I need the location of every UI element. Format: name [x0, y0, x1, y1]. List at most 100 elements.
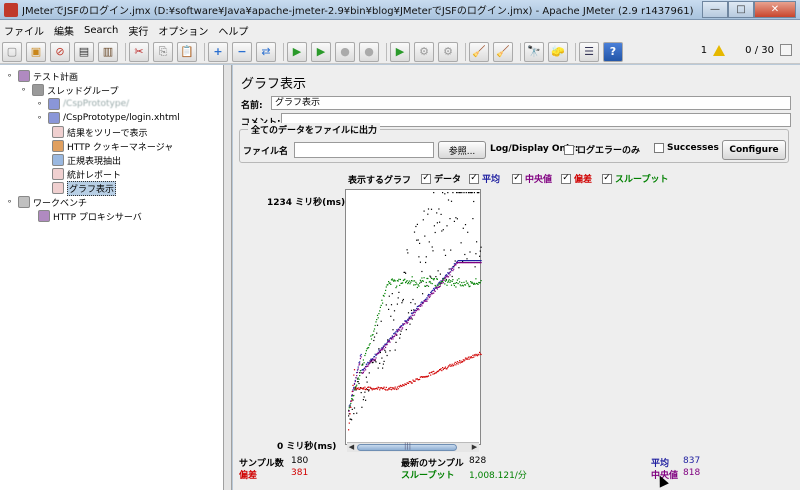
deviation-point — [353, 369, 356, 371]
start-no-pause-icon[interactable]: ▶ — [311, 41, 331, 62]
data-point — [366, 381, 368, 383]
throughput-point — [402, 282, 404, 284]
cut-icon[interactable]: ✂ — [129, 41, 149, 62]
warning-icon[interactable] — [713, 44, 726, 56]
menu-edit[interactable]: 編集 — [54, 23, 74, 38]
deviation-point — [464, 357, 467, 359]
data-point — [427, 213, 429, 215]
checkbox-box — [654, 143, 664, 153]
paste-icon[interactable]: 📋 — [177, 41, 197, 62]
open-icon[interactable]: ▣ — [26, 41, 46, 62]
function-helper-icon[interactable]: ☰ — [579, 41, 599, 62]
tree-node-cookie-manager[interactable]: HTTP クッキーマネージャ — [52, 139, 173, 153]
median-point — [397, 330, 399, 332]
median-point — [433, 292, 435, 294]
average-value: 837 — [683, 456, 701, 466]
throughput-point — [447, 280, 450, 282]
throughput-point — [406, 280, 408, 282]
help-icon[interactable]: ? — [603, 41, 623, 62]
minimize-button[interactable]: — — [702, 0, 728, 18]
data-point — [430, 208, 433, 210]
close-file-icon[interactable]: ⊘ — [50, 41, 70, 62]
maximize-button[interactable]: □ — [728, 0, 754, 18]
tree-node-sampler-root[interactable]: ᵒ /CspPrototype/ — [38, 97, 129, 111]
data-point — [437, 270, 439, 272]
deviation-label: 偏差 — [239, 471, 258, 481]
toggle-icon[interactable]: ⇄ — [256, 41, 276, 62]
data-point — [405, 329, 407, 331]
deviation-point — [478, 354, 480, 356]
reset-search-icon[interactable]: 🧽 — [548, 41, 568, 62]
tree-toggle-icon[interactable]: ᵒ — [38, 114, 48, 123]
median-point — [427, 298, 429, 300]
menu-file[interactable]: ファイル — [4, 23, 44, 38]
filename-input[interactable] — [294, 142, 434, 158]
median-checkbox[interactable]: ✓ 中央値 — [512, 172, 552, 185]
scrollbar-thumb[interactable] — [357, 442, 457, 451]
shutdown-icon[interactable]: ● — [359, 41, 379, 62]
tree-node-sampler-login[interactable]: ᵒ /CspPrototype/login.xhtml — [38, 111, 180, 125]
scroll-right-icon[interactable]: ▶ — [470, 443, 479, 452]
data-point — [359, 372, 361, 374]
menu-options[interactable]: オプション — [158, 23, 208, 38]
tree-node-workbench[interactable]: ᵒ ワークベンチ — [8, 195, 87, 209]
search-icon[interactable]: 🔭 — [524, 41, 544, 62]
tree-toggle-icon[interactable]: ᵒ — [8, 72, 18, 81]
tree-node-graph-results[interactable]: グラフ表示 — [52, 180, 117, 196]
average-checkbox[interactable]: ✓ 平均 — [469, 172, 500, 185]
toolbar-separator — [386, 42, 387, 61]
throughput-point — [455, 286, 457, 288]
deviation-point — [357, 387, 359, 389]
save-as-icon[interactable]: ▥ — [98, 41, 118, 62]
deviation-point — [446, 368, 448, 370]
remote-start-icon[interactable]: ▶ — [390, 41, 410, 62]
name-field[interactable]: グラフ表示 — [271, 96, 791, 110]
tree-node-test-plan[interactable]: ᵒ テスト計画 — [8, 69, 78, 83]
remote-shutdown-icon[interactable]: ⚙ — [438, 41, 458, 62]
clear-all-icon[interactable]: 🧹 — [493, 41, 513, 62]
data-point — [456, 218, 458, 220]
close-button[interactable]: ✕ — [754, 0, 796, 18]
throughput-point — [379, 310, 381, 312]
throughput-checkbox[interactable]: ✓ スループット — [602, 172, 668, 185]
average-point — [480, 260, 482, 262]
toolbar-separator — [283, 42, 284, 61]
tree-node-view-results-tree[interactable]: 結果をツリーで表示 — [52, 125, 147, 139]
data-checkbox[interactable]: ✓ データ — [421, 172, 461, 185]
remote-stop-icon[interactable]: ⚙ — [414, 41, 434, 62]
expand-icon[interactable]: + — [208, 41, 228, 62]
save-icon[interactable]: ▤ — [74, 41, 94, 62]
tree-toggle-icon[interactable]: ᵒ — [38, 100, 48, 109]
browse-button[interactable]: 参照... — [438, 141, 486, 159]
tree-node-proxy-server[interactable]: HTTP プロキシサーバ — [38, 209, 142, 223]
data-point — [377, 367, 379, 369]
split-pane-divider[interactable] — [224, 65, 232, 490]
collapse-icon[interactable]: − — [232, 41, 252, 62]
data-point — [399, 333, 401, 335]
new-icon[interactable]: ▢ — [2, 41, 22, 62]
menu-help[interactable]: ヘルプ — [218, 23, 248, 38]
data-point — [427, 208, 430, 210]
throughput-point — [393, 280, 395, 282]
graph-horizontal-scrollbar[interactable]: ◀ ▶ — [347, 442, 479, 452]
menu-search[interactable]: Search — [84, 25, 118, 36]
start-icon[interactable]: ▶ — [287, 41, 307, 62]
copy-icon[interactable]: ⎘ — [153, 41, 173, 62]
average-point — [453, 266, 455, 268]
successes-checkbox[interactable]: Successes — [654, 143, 719, 153]
errors-only-checkbox[interactable]: ログエラーのみ — [564, 143, 640, 156]
toolbar-separator — [125, 42, 126, 61]
clear-icon[interactable]: 🧹 — [469, 41, 489, 62]
tree-toggle-icon[interactable]: ᵒ — [22, 86, 32, 95]
data-point — [406, 249, 408, 251]
tree-node-summary-report[interactable]: 統計レポート — [52, 167, 121, 181]
tree-toggle-icon[interactable]: ᵒ — [8, 198, 18, 207]
tree-node-thread-group[interactable]: ᵒ スレッドグループ — [22, 83, 118, 97]
deviation-checkbox[interactable]: ✓ 偏差 — [561, 172, 592, 185]
tree-node-regex-extractor[interactable]: 正規表現抽出 — [52, 153, 121, 167]
scroll-left-icon[interactable]: ◀ — [347, 443, 356, 452]
menu-run[interactable]: 実行 — [128, 23, 148, 38]
stop-icon[interactable]: ● — [335, 41, 355, 62]
configure-button[interactable]: Configure — [722, 140, 786, 160]
data-point — [358, 382, 360, 385]
